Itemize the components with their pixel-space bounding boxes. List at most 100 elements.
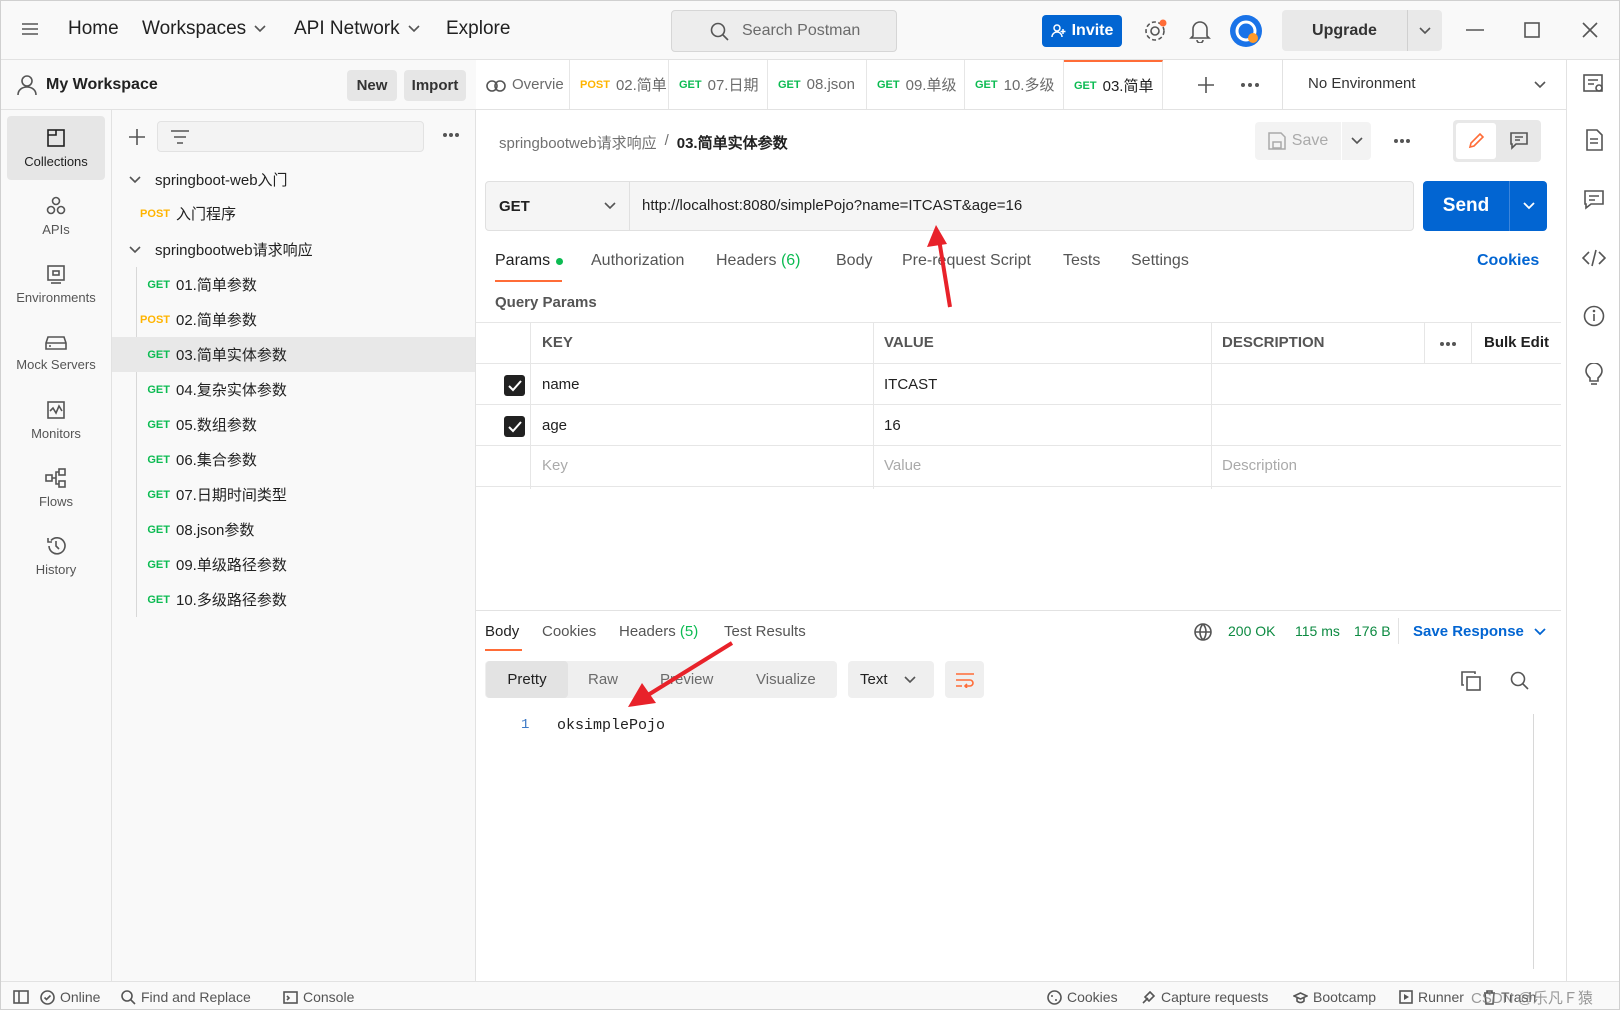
globe-icon[interactable] [1194, 623, 1212, 641]
response-tab-cookies[interactable]: Cookies [542, 623, 596, 640]
param-value-cell[interactable]: ITCAST [884, 376, 937, 393]
rail-flows[interactable]: Flows [7, 456, 105, 520]
param-checkbox[interactable] [504, 416, 525, 437]
tab-request[interactable]: POST 02.简单 [570, 60, 669, 109]
url-input[interactable]: http://localhost:8080/simplePojo?name=IT… [642, 197, 1022, 214]
new-tab-plus-icon[interactable] [1197, 76, 1215, 94]
request-item[interactable]: GET 04.复杂实体参数 [112, 372, 475, 407]
comment-mode-button[interactable] [1499, 123, 1539, 159]
send-dropdown[interactable] [1509, 181, 1547, 231]
tab-prerequest-script[interactable]: Pre-request Script [902, 252, 1031, 270]
copy-icon[interactable] [1461, 671, 1481, 691]
request-item[interactable]: GET 01.简单参数 [112, 267, 475, 302]
search-icon[interactable] [1510, 671, 1530, 691]
edit-mode-button[interactable] [1456, 123, 1496, 159]
rail-collections[interactable]: Collections [7, 116, 105, 180]
editor-scrollbar[interactable] [1533, 714, 1534, 969]
request-more-icon[interactable] [1393, 138, 1411, 144]
wrap-lines-button[interactable] [945, 661, 984, 698]
tab-settings[interactable]: Settings [1131, 252, 1189, 270]
new-button[interactable]: New [347, 70, 397, 101]
rail-apis[interactable]: APIs [7, 184, 105, 248]
invite-button[interactable]: Invite [1042, 15, 1122, 47]
tab-headers[interactable]: Headers (6) [716, 252, 801, 270]
tab-authorization[interactable]: Authorization [591, 252, 684, 270]
save-response-button[interactable]: Save Response [1413, 623, 1546, 640]
response-status[interactable]: 200 OK [1228, 623, 1275, 639]
more-tabs-icon[interactable] [1240, 82, 1260, 88]
tab-request[interactable]: GET 09.单级 [867, 60, 965, 109]
param-key-cell[interactable]: age [542, 417, 567, 434]
request-item[interactable]: POST 02.简单参数 [112, 302, 475, 337]
tab-tests[interactable]: Tests [1063, 252, 1100, 270]
request-item[interactable]: GET 09.单级路径参数 [112, 547, 475, 582]
minimize-icon[interactable] [1466, 29, 1484, 33]
cookies-button[interactable]: Cookies [1047, 989, 1118, 1005]
capture-requests-button[interactable]: Capture requests [1141, 989, 1268, 1005]
bulk-edit-button[interactable]: Bulk Edit [1484, 334, 1549, 351]
param-value-cell[interactable]: 16 [884, 417, 901, 434]
notifications-bell-icon[interactable] [1189, 19, 1211, 43]
request-item[interactable]: GET 08.json参数 [112, 512, 475, 547]
response-body-text[interactable]: oksimplePojo [557, 717, 665, 734]
tab-overview[interactable]: Overvie [476, 60, 570, 109]
request-item[interactable]: GET 06.集合参数 [112, 442, 475, 477]
rail-history[interactable]: History [7, 524, 105, 588]
close-icon[interactable] [1582, 22, 1598, 38]
save-dropdown[interactable] [1342, 122, 1371, 160]
menu-icon[interactable] [21, 22, 39, 36]
response-tab-body[interactable]: Body [485, 623, 519, 640]
response-tab-test-results[interactable]: Test Results [724, 623, 806, 640]
more-options-icon[interactable] [442, 132, 460, 138]
view-visualize[interactable]: Visualize [756, 661, 816, 698]
cookies-link[interactable]: Cookies [1477, 252, 1539, 270]
search-bar[interactable]: Search Postman [671, 10, 897, 52]
documentation-icon[interactable] [1585, 129, 1603, 151]
lightbulb-icon[interactable] [1584, 363, 1604, 385]
tab-request[interactable]: GET 10.多级 [965, 60, 1064, 109]
nav-explore[interactable]: Explore [446, 18, 510, 40]
console-button[interactable]: Console [283, 989, 354, 1005]
find-replace-button[interactable]: Find and Replace [121, 989, 251, 1005]
upgrade-button[interactable]: Upgrade [1282, 10, 1407, 51]
method-select[interactable]: GET [486, 182, 630, 230]
table-more-icon[interactable] [1439, 341, 1457, 347]
format-select[interactable]: Text [848, 661, 934, 698]
info-icon[interactable] [1583, 305, 1605, 327]
tab-request-active[interactable]: GET 03.简单 [1064, 60, 1163, 109]
new-key-input[interactable]: Key [542, 457, 568, 474]
param-checkbox[interactable] [504, 375, 525, 396]
chevron-down-icon[interactable] [1534, 81, 1546, 89]
sidebar-toggle-icon[interactable] [13, 990, 29, 1004]
avatar[interactable] [1229, 14, 1263, 48]
tab-request[interactable]: GET 08.json [768, 60, 867, 109]
workspace-name[interactable]: My Workspace [46, 76, 158, 94]
tab-request[interactable]: GET 07.日期 [669, 60, 768, 109]
rail-environments[interactable]: Environments [7, 252, 105, 316]
response-time[interactable]: 115 ms [1295, 623, 1340, 639]
breadcrumb-parent[interactable]: springbootweb请求响应 [499, 132, 657, 153]
bootcamp-button[interactable]: Bootcamp [1293, 989, 1376, 1005]
add-collection-plus-icon[interactable] [128, 128, 146, 146]
nav-home[interactable]: Home [68, 18, 119, 40]
environment-quick-look-icon[interactable] [1583, 74, 1605, 94]
collection-folder[interactable]: springboot-web入门 [112, 162, 475, 197]
new-description-input[interactable]: Description [1222, 457, 1297, 474]
tab-params[interactable]: Params [495, 252, 564, 270]
runner-button[interactable]: Runner [1399, 989, 1464, 1005]
response-tab-headers[interactable]: Headers (5) [619, 623, 698, 640]
view-raw[interactable]: Raw [588, 661, 618, 698]
upgrade-dropdown[interactable] [1407, 10, 1442, 51]
online-status[interactable]: Online [40, 989, 100, 1005]
tab-body[interactable]: Body [836, 252, 872, 270]
send-button[interactable]: Send [1423, 181, 1509, 231]
nav-workspaces[interactable]: Workspaces [142, 18, 266, 40]
request-item[interactable]: GET 05.数组参数 [112, 407, 475, 442]
maximize-icon[interactable] [1524, 22, 1540, 38]
request-item-selected[interactable]: GET 03.简单实体参数 [112, 337, 475, 372]
rail-monitors[interactable]: Monitors [7, 388, 105, 452]
save-button[interactable]: Save [1255, 122, 1341, 160]
request-item[interactable]: GET 07.日期时间类型 [112, 477, 475, 512]
param-key-cell[interactable]: name [542, 376, 580, 393]
code-icon[interactable] [1582, 248, 1606, 268]
